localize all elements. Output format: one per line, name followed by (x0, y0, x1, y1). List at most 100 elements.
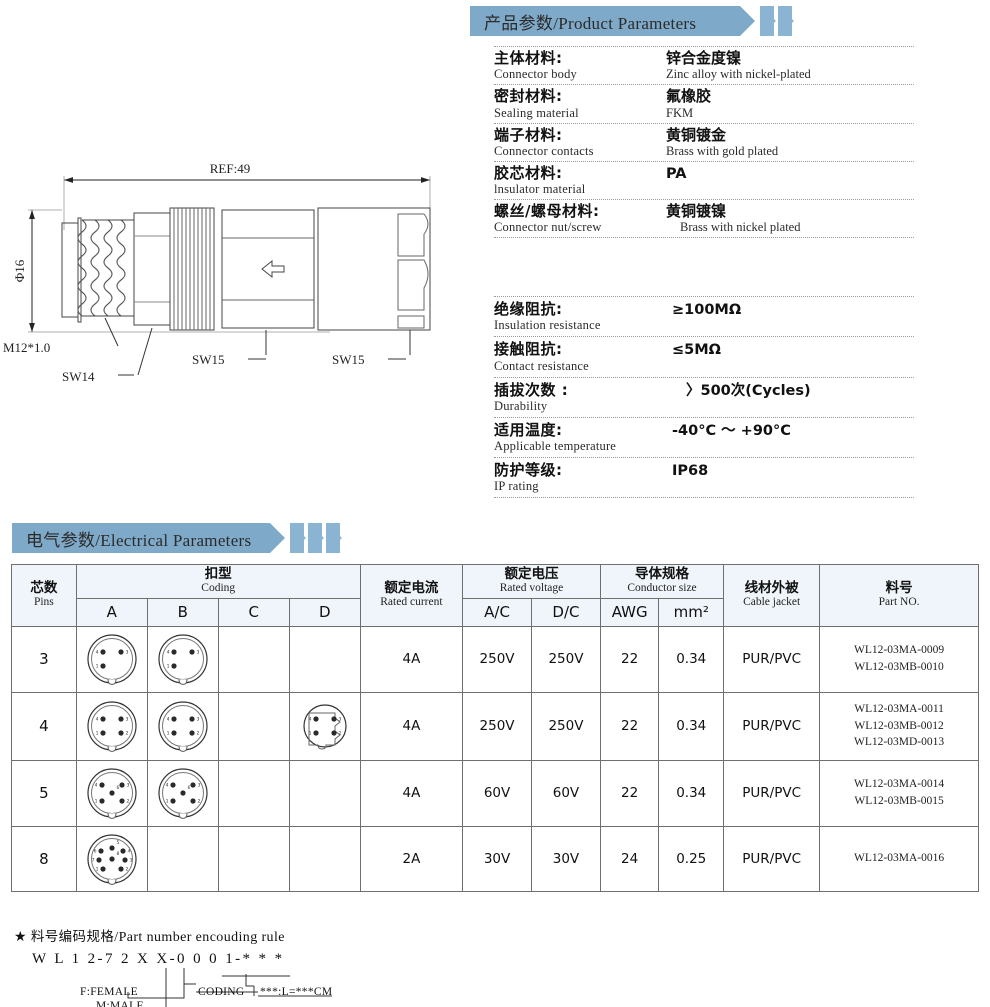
spec-value-cn: 锌合金度镍 (666, 49, 742, 67)
spec-label-cn: 螺丝/螺母材料: (494, 202, 600, 220)
pin-layout-4p: 4 3 1 2 (87, 701, 137, 753)
spec-label: 密封材料: Sealing material (494, 87, 666, 120)
thread-label: M12*1.0 (3, 340, 50, 355)
spec-label: 适用温度: Applicable temperature (494, 420, 672, 454)
encoding-title: ★ 料号编码规格/Part number encouding rule (14, 925, 454, 946)
spec-row: 防护等级: IP rating IP68 (494, 457, 914, 499)
svg-text:5: 5 (116, 840, 119, 846)
part-number: WL12-03MB-0012 (854, 719, 944, 732)
spec-row: 适用温度: Applicable temperature -40°C ～ +90… (494, 416, 914, 457)
cell-pins: 4 (11, 691, 77, 761)
header-voltage-ac: A/C (462, 597, 532, 627)
diameter-label: Φ16 (12, 259, 27, 282)
header-part-no: 料号 Part NO. (819, 564, 979, 627)
spec-label-en: Sealing material (494, 105, 579, 120)
encoding-legend: F:FEMALE M:MALE CODING ***:L=***CM (32, 968, 454, 1007)
table-row: 4 4 3 1 2 4 3 1 2 4 3 1 2 4A 250V 250V 22 0.34 PUR/PVC WL12… (11, 691, 979, 761)
table-row: 8 6 5 4 7 8 3 1 2 2A 30V 30V 24 0.25 PUR/PVC WL12-03MA-… (11, 825, 979, 892)
svg-text:4: 4 (95, 717, 98, 723)
part-number: WL12-03MA-0014 (854, 778, 945, 791)
header-mm2: mm² (658, 597, 725, 627)
cell-coding-d (288, 759, 361, 827)
cell-rated-current: 4A (359, 691, 464, 761)
encoding-title-cn: 料号编码规格 (30, 929, 115, 945)
svg-text:8: 8 (116, 851, 119, 857)
chevron-right-icon (326, 523, 342, 553)
chevron-right-icon (308, 523, 324, 553)
part-number: WL12-03MA-0016 (854, 852, 945, 865)
cell-coding-c (217, 759, 290, 827)
spec-label-en: Connector nut/screw (494, 220, 602, 235)
pin-layout-4p: 4 3 1 2 (158, 701, 208, 753)
spec-label-cn: 适用温度: (494, 420, 563, 439)
cell-coding-a: 4 3 1 (75, 625, 148, 693)
cell-mm2: 0.34 (658, 691, 725, 761)
svg-text:1: 1 (94, 799, 97, 805)
pin-layout-5p: 4 3 6 1 2 (87, 768, 137, 820)
spec-row: 螺丝/螺母材料: Connector nut/screw 黄铜镀镍 Brass … (494, 199, 914, 239)
spec-row: 插拔次数 : Durability 〉500次(Cycles) (494, 376, 914, 417)
cell-voltage-dc: 250V (530, 625, 601, 693)
cell-coding-b: 4 3 6 1 2 (146, 759, 219, 827)
cell-coding-a: 6 5 4 7 8 3 1 2 (75, 825, 148, 892)
spec-label-en: Applicable temperature (494, 439, 617, 453)
cell-cable-jacket: PUR/PVC (723, 625, 821, 693)
encoding-title-en: Part number encouding rule (118, 930, 285, 945)
header-rated-voltage: 额定电压 Rated voltage (462, 564, 601, 599)
cell-coding-b: 4 3 1 (146, 625, 219, 693)
spec-value: 氟橡胶 FKM (666, 87, 914, 120)
cell-mm2: 0.34 (658, 759, 725, 827)
cell-coding-a: 4 3 1 2 (75, 691, 148, 761)
spec-value: ≤5MΩ (672, 342, 721, 359)
spec-value: 〉500次(Cycles) (672, 382, 914, 414)
cell-voltage-dc: 250V (530, 691, 601, 761)
spec-label-en: Connector contacts (494, 143, 594, 158)
cell-voltage-dc: 60V (530, 759, 601, 827)
spec-value: 黄铜镀金 Brass with gold plated (666, 126, 914, 159)
legend-male: M:MALE (96, 1000, 144, 1007)
svg-text:2: 2 (197, 799, 200, 805)
spec-value: ≥100MΩ (672, 301, 914, 333)
header-coding-a: A (75, 597, 148, 627)
spec-label: 主体材料: Connector body (494, 49, 666, 82)
svg-text:4: 4 (166, 650, 169, 656)
spec-label: 绝缘阻抗: Insulation resistance (494, 300, 672, 333)
banner-bar: 电气参数/Electrical Parameters (12, 523, 285, 553)
spec-value-cn: PA (666, 165, 687, 182)
svg-text:4: 4 (166, 717, 169, 723)
cell-coding-d (288, 625, 361, 693)
banner-title-cn: 产品参数 (484, 13, 554, 34)
spec-row: 接触阻抗: Contact resistance ≤5MΩ (494, 336, 914, 376)
cell-awg: 22 (599, 691, 660, 761)
banner-text: 产品参数/Product Parameters (484, 9, 696, 34)
spec-value: 黄铜镀镍 Brass with nickel plated (666, 202, 914, 235)
header-awg: AWG (599, 597, 660, 627)
spec-label-en: Contact resistance (494, 358, 589, 373)
spec-value: ≤5MΩ (672, 341, 914, 373)
banner-bar: 产品参数/Product Parameters (470, 6, 755, 36)
svg-text:1: 1 (308, 731, 311, 737)
header-conductor-size: 导体规格 Conductor size (599, 564, 725, 599)
svg-text:2: 2 (338, 731, 341, 737)
cell-awg: 22 (599, 625, 660, 693)
cell-rated-current: 4A (359, 625, 464, 693)
svg-text:4: 4 (94, 783, 97, 789)
svg-text:3: 3 (196, 650, 199, 656)
spec-label-cn: 插拔次数 : (494, 380, 569, 399)
pin-layout-5p: 4 3 6 1 2 (158, 768, 208, 820)
spec-row: 密封材料: Sealing material 氟橡胶 FKM (494, 84, 914, 122)
spec-label-en: IP rating (494, 479, 539, 494)
cell-cable-jacket: PUR/PVC (723, 691, 821, 761)
spec-row: 主体材料: Connector body 锌合金度镍 Zinc alloy wi… (494, 46, 914, 84)
spec-row: 端子材料: Connector contacts 黄铜镀金 Brass with… (494, 122, 914, 161)
header-pins: 芯数 Pins (11, 564, 77, 627)
spec-label-cn: 接触阻抗: (494, 340, 563, 359)
spec-label-cn: 防护等级: (494, 461, 563, 479)
spec-label: 胶芯材料: lnsulator material (494, 164, 666, 197)
cell-coding-c (217, 691, 290, 761)
svg-text:3: 3 (125, 717, 128, 723)
banner-text: 电气参数/Electrical Parameters (26, 526, 251, 551)
part-number: WL12-03MB-0010 (854, 661, 944, 674)
ref-length-label: REF:49 (210, 161, 250, 176)
svg-text:3: 3 (126, 783, 129, 789)
